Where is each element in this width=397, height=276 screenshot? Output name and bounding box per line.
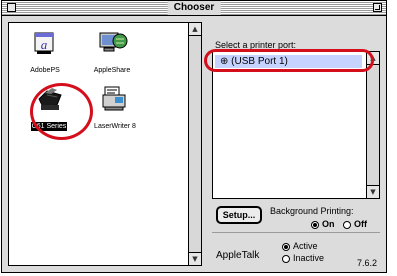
svg-text:a: a [41, 37, 48, 52]
background-printing-on-label: On [322, 219, 335, 229]
driver-item-appleshare[interactable]: AppleShare [82, 29, 142, 76]
appletalk-active-radio[interactable] [282, 243, 290, 251]
setup-button[interactable]: Setup... [216, 206, 262, 224]
background-printing-off-label: Off [354, 219, 367, 229]
zoom-box[interactable] [373, 3, 382, 12]
scroll-up-arrow-icon[interactable]: ▲ [189, 23, 201, 36]
driver-list-scrollbar[interactable]: ▲ ▼ [188, 23, 201, 265]
background-printing-label: Background Printing: [270, 206, 354, 216]
close-box[interactable] [7, 3, 16, 12]
version-number: 7.6.2 [357, 258, 378, 268]
driver-item-adobeps[interactable]: a AdobePS [15, 29, 75, 76]
appleshare-icon [82, 29, 142, 57]
background-printing-off-radio[interactable] [343, 221, 351, 229]
selected-driver-highlight [30, 83, 93, 140]
appletalk-inactive-radio[interactable] [282, 255, 290, 263]
driver-list[interactable]: a AdobePS AppleShare C61 Series LaserWri… [8, 22, 202, 266]
background-printing-on-radio[interactable] [311, 221, 319, 229]
driver-label: AppleShare [93, 67, 131, 74]
driver-item-laserwriter[interactable]: LaserWriter 8 [85, 85, 145, 132]
port-list[interactable]: ⊕ (USB Port 1) ▲ ▼ [212, 51, 380, 199]
scroll-down-arrow-icon[interactable]: ▼ [189, 252, 201, 265]
appletalk-active-label: Active [293, 241, 318, 251]
driver-label: AdobePS [30, 67, 60, 74]
section-divider [212, 232, 380, 233]
window-title: Chooser [167, 1, 221, 15]
title-bar[interactable]: Chooser [2, 1, 386, 16]
adobe-ps-icon: a [15, 29, 75, 57]
selected-port-highlight [204, 49, 374, 72]
port-list-scrollbar[interactable]: ▲ ▼ [366, 52, 379, 198]
scroll-down-arrow-icon[interactable]: ▼ [367, 185, 379, 198]
laserwriter-icon [85, 85, 145, 113]
appletalk-inactive-label: Inactive [293, 253, 325, 263]
appletalk-label: AppleTalk [216, 250, 260, 261]
driver-label: LaserWriter 8 [94, 123, 136, 130]
